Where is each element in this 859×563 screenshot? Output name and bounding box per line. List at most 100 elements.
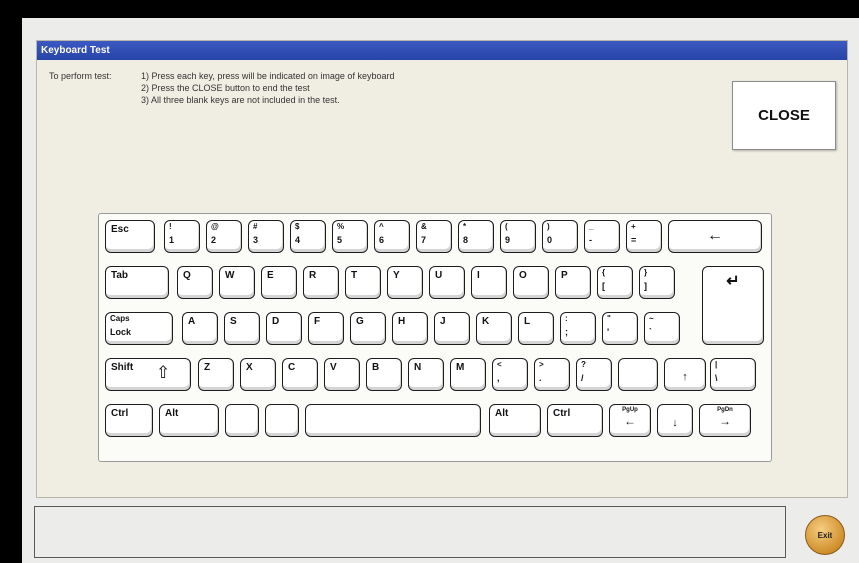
key-sym-10[interactable]: :; <box>560 312 596 345</box>
key-t[interactable]: T <box>345 266 381 299</box>
key-lock[interactable]: Caps Lock <box>105 312 173 345</box>
key-sym-13[interactable]: | \ <box>710 358 756 391</box>
key-e[interactable]: E <box>261 266 297 299</box>
key-top-label: | <box>715 360 718 369</box>
key-sym-12[interactable]: + = <box>626 220 662 253</box>
key-esc[interactable]: Esc <box>105 220 155 253</box>
key-9[interactable]: (9 <box>500 220 536 253</box>
key-ctrl[interactable]: Ctrl <box>105 404 153 437</box>
close-button[interactable]: CLOSE <box>732 81 836 150</box>
key-v[interactable]: V <box>324 358 360 391</box>
key-8[interactable]: * 8 <box>458 220 494 253</box>
key-label: X <box>246 362 253 373</box>
shift-arrow-icon: ⇧ <box>156 363 171 382</box>
up-arrow-icon: ↑ <box>682 371 688 383</box>
key-label: S <box>230 316 237 327</box>
key-d[interactable]: D <box>266 312 302 345</box>
key-s[interactable]: S <box>224 312 260 345</box>
key-r[interactable]: R <box>303 266 339 299</box>
key-1[interactable]: ! 1 <box>164 220 200 253</box>
key-k[interactable]: K <box>476 312 512 345</box>
key-blank[interactable] <box>265 404 299 437</box>
key-top-label: ^ <box>379 222 384 231</box>
key-u[interactable]: U <box>429 266 465 299</box>
key-alt[interactable]: Alt <box>159 404 219 437</box>
key-label: J <box>440 316 446 327</box>
key-pgup[interactable]: PgUp ← <box>609 404 651 437</box>
key-4[interactable]: $4 <box>290 220 326 253</box>
key-sym-12[interactable]: }] <box>639 266 675 299</box>
exit-button[interactable]: Exit <box>805 515 845 555</box>
key-ctrl[interactable]: Ctrl <box>547 404 603 437</box>
key-top-label: % <box>337 222 345 231</box>
key-enter[interactable]: ↵ <box>702 266 764 345</box>
key-label: B <box>372 362 380 373</box>
key-n[interactable]: N <box>408 358 444 391</box>
key-label: T <box>351 270 358 281</box>
key-bottom-label: . <box>539 373 542 383</box>
key-bottom-label: 7 <box>421 235 427 245</box>
key-blank[interactable] <box>225 404 259 437</box>
window-title: Keyboard Test <box>37 41 847 60</box>
key-y[interactable]: Y <box>387 266 423 299</box>
key-top-label: # <box>253 222 258 231</box>
key-shift[interactable]: Shift ⇧ <box>105 358 191 391</box>
key-sym-10[interactable]: ? / <box>576 358 612 391</box>
key-l[interactable]: L <box>518 312 554 345</box>
key-blank[interactable] <box>618 358 658 391</box>
keyboard-test-dialog: Keyboard Test To perform test: 1) Press … <box>36 40 848 498</box>
key-down-arrow[interactable]: ↓ <box>657 404 693 437</box>
key-z[interactable]: Z <box>198 358 234 391</box>
key-up-arrow[interactable]: ↑ <box>664 358 706 391</box>
key-backspace[interactable]: ← <box>668 220 762 253</box>
key-label: Z <box>204 362 211 373</box>
key-label: PgUp <box>622 407 638 413</box>
key-c[interactable]: C <box>282 358 318 391</box>
key-label: D <box>272 316 280 327</box>
key-sym-8[interactable]: <, <box>492 358 528 391</box>
key-label: L <box>524 316 531 327</box>
key-7[interactable]: & 7 <box>416 220 452 253</box>
key-alt[interactable]: Alt <box>489 404 541 437</box>
key-a[interactable]: A <box>182 312 218 345</box>
key-g[interactable]: G <box>350 312 386 345</box>
key-q[interactable]: Q <box>177 266 213 299</box>
key-sym-11[interactable]: " ' <box>602 312 638 345</box>
key-h[interactable]: H <box>392 312 428 345</box>
key-label: F <box>314 316 321 327</box>
key-f[interactable]: F <box>308 312 344 345</box>
key-x[interactable]: X <box>240 358 276 391</box>
key-label: PgDn <box>717 407 733 413</box>
key-top-label: > <box>539 360 544 369</box>
key-sym-12[interactable]: ~ ` <box>644 312 680 345</box>
key-sym-9[interactable]: >. <box>534 358 570 391</box>
key-6[interactable]: ^ 6 <box>374 220 410 253</box>
key-bottom-label: 1 <box>169 235 175 245</box>
status-box <box>34 506 786 558</box>
key-m[interactable]: M <box>450 358 486 391</box>
key-top-label: & <box>421 222 427 231</box>
key-bottom-label: 6 <box>379 235 385 245</box>
key-sym-11[interactable]: _ - <box>584 220 620 253</box>
arrow-icon: → <box>719 414 731 428</box>
key-pgdn[interactable]: PgDn → <box>699 404 751 437</box>
key-p[interactable]: P <box>555 266 591 299</box>
key-5[interactable]: % 5 <box>332 220 368 253</box>
key-b[interactable]: B <box>366 358 402 391</box>
key-i[interactable]: I <box>471 266 507 299</box>
key-blank[interactable] <box>305 404 481 437</box>
key-top-label: < <box>497 360 502 369</box>
key-j[interactable]: J <box>434 312 470 345</box>
key-w[interactable]: W <box>219 266 255 299</box>
key-label: K <box>482 316 490 327</box>
key-0[interactable]: ) 0 <box>542 220 578 253</box>
key-sym-11[interactable]: {[ <box>597 266 633 299</box>
backspace-icon: ← <box>707 227 723 244</box>
key-o[interactable]: O <box>513 266 549 299</box>
key-2[interactable]: @2 <box>206 220 242 253</box>
key-3[interactable]: #3 <box>248 220 284 253</box>
key-tab[interactable]: Tab <box>105 266 169 299</box>
key-label: U <box>435 270 443 281</box>
key-label: Alt <box>495 408 509 419</box>
key-top-label: Caps <box>110 314 130 323</box>
